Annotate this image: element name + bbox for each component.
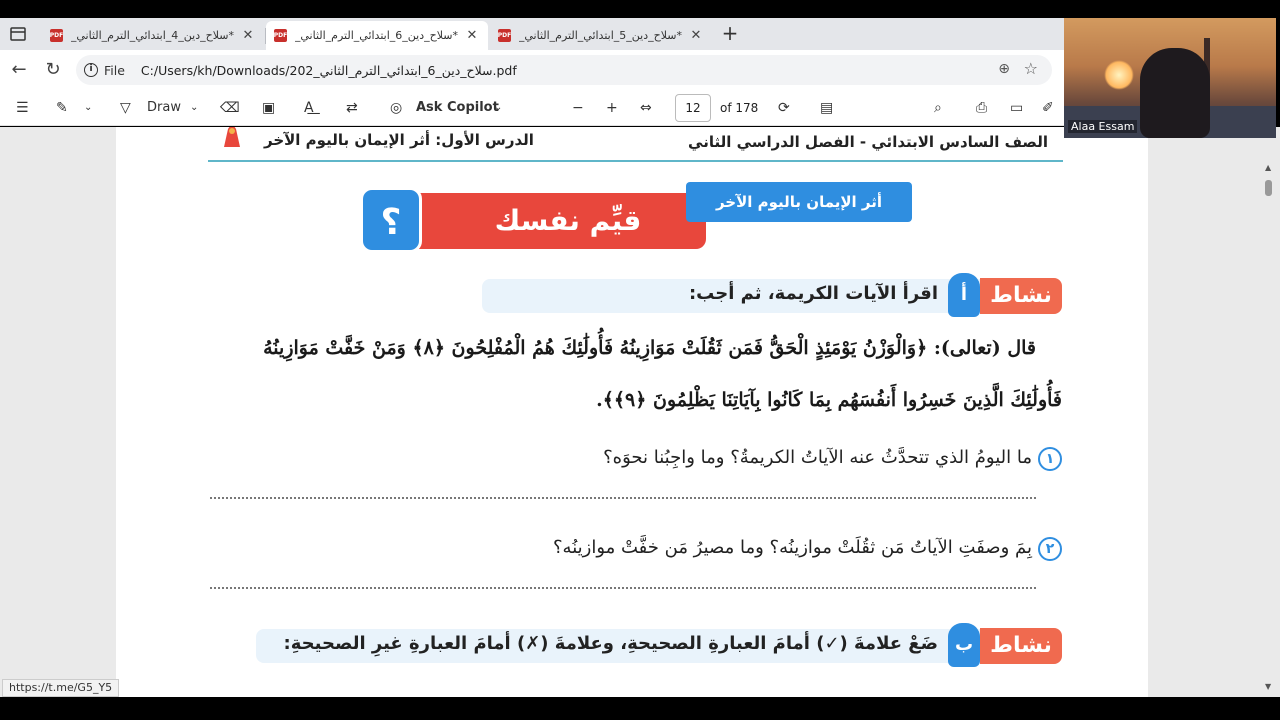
pdf-icon: PDF [50, 29, 63, 42]
activity-b-letter: ب [948, 623, 980, 667]
zoom-out-icon[interactable]: − [572, 97, 584, 119]
read-aloud-icon[interactable]: A͟ [304, 97, 314, 119]
question-number: ٢ [1038, 537, 1062, 561]
webcam-overlay: Alaa Essam [1064, 18, 1276, 138]
tab-2[interactable]: PDF *سلاح_دين_6_ابتدائي_الترم_الثاني_2 ✕ [266, 21, 488, 50]
activity-b-instruction: ضَعْ علامةَ (✓) أمامَ العبارةِ الصحيحةِ،… [283, 633, 938, 654]
draw-icon[interactable]: ▽ [120, 97, 131, 119]
eraser-icon[interactable]: ⌫ [220, 97, 240, 119]
tab-title: *سلاح_دين_5_ابتدائي_الترم_الثاني_6 [519, 29, 682, 42]
participant-video [1140, 48, 1210, 138]
question-mark-icon: ؟ [360, 187, 422, 253]
chevron-down-icon[interactable]: ⌄ [190, 97, 198, 119]
save-as-icon[interactable]: ✐ [1042, 97, 1054, 119]
answer-line [210, 587, 1036, 589]
chevron-down-icon[interactable]: ⌄ [84, 97, 92, 119]
refresh-icon[interactable]: ↻ [42, 59, 64, 81]
tab-title: *سلاح_دين_4_ابتدائي_الترم_الثاني_6 [71, 29, 234, 42]
question-1-text: ما اليومُ الذي تتحدَّثُ عنه الآياتُ الكر… [603, 447, 1032, 468]
contents-icon[interactable]: ☰ [16, 97, 29, 119]
pdf-toolbar: ☰ ✎ ⌄ ▽ Draw ⌄ ⌫ ▣ A͟ ⇄ ◎ Ask Copilot ⌄ … [0, 90, 1064, 126]
verse-line-2: فَأُولَٰئِكَ الَّذِينَ خَسِرُوا أَنفُسَه… [596, 389, 1062, 411]
close-tab-icon[interactable]: ✕ [240, 28, 256, 43]
activity-a-instruction: اقرأ الآيات الكريمة، ثم أجب: [688, 283, 938, 304]
tab-3[interactable]: PDF *سلاح_دين_5_ابتدائي_الترم_الثاني_6 ✕ [490, 21, 712, 50]
status-link-url: https://t.me/G5_Y5 [2, 679, 120, 697]
search-icon[interactable]: ⌕ [934, 97, 942, 119]
chevron-down-icon[interactable]: ⌄ [494, 97, 502, 119]
close-tab-icon[interactable]: ✕ [688, 28, 704, 43]
grade-header: الصف السادس الابتدائي - الفصل الدراسي ال… [688, 133, 1048, 151]
question-2-text: بِمَ وصفَتِ الآياتُ مَن ثقُلَتْ موازينُه… [552, 537, 1032, 558]
tab-title: *سلاح_دين_6_ابتدائي_الترم_الثاني_2 [295, 29, 458, 42]
back-icon[interactable]: ← [8, 59, 30, 81]
pdf-icon: PDF [274, 29, 287, 42]
page-view-icon[interactable]: ▤ [820, 97, 833, 119]
document-viewport[interactable]: الصف السادس الابتدائي - الفصل الدراسي ال… [0, 127, 1280, 697]
participant-name: Alaa Essam [1068, 120, 1138, 133]
activity-a-letter: أ [948, 273, 980, 317]
header-divider [208, 160, 1063, 162]
page-count: of 178 [720, 101, 759, 115]
close-tab-icon[interactable]: ✕ [464, 28, 480, 43]
pdf-icon: PDF [498, 29, 511, 42]
address-field[interactable]: i File C:/Users/kh/Downloads/202_سلاح_دي… [76, 55, 1052, 85]
scheme-label: File [104, 62, 125, 78]
new-tab-icon[interactable]: + [718, 21, 742, 45]
tab-1[interactable]: PDF *سلاح_دين_4_ابتدائي_الترم_الثاني_6 ✕ [42, 21, 264, 50]
zoom-icon[interactable]: ⊕ [998, 61, 1010, 77]
verse-line-1: قال (تعالى): ﴿وَالْوَزْنُ يَوْمَئِذٍ الْ… [263, 337, 1036, 359]
scroll-down-arrow-icon[interactable]: ▼ [1265, 682, 1271, 691]
info-icon[interactable]: i [84, 63, 98, 77]
topic-banner: أثر الإيمان باليوم الآخر [686, 182, 912, 222]
draw-button[interactable]: Draw [147, 97, 181, 119]
activity-a-label: نشاط [980, 278, 1062, 314]
zoom-in-icon[interactable]: + [606, 97, 618, 119]
text-box-icon[interactable]: ▣ [262, 97, 275, 119]
lesson-title: الدرس الأول: أثر الإيمان باليوم الآخر [264, 131, 534, 149]
question-number: ١ [1038, 447, 1062, 471]
save-icon[interactable]: ▭ [1010, 97, 1023, 119]
favorite-star-icon[interactable]: ☆ [1024, 59, 1038, 78]
fit-width-icon[interactable]: ⇔ [640, 97, 652, 119]
scroll-up-arrow-icon[interactable]: ▲ [1265, 163, 1271, 172]
scrollbar-thumb[interactable] [1265, 180, 1272, 196]
rotate-icon[interactable]: ⟳ [778, 97, 790, 119]
print-icon[interactable]: ⎙ [976, 97, 987, 119]
pdf-page: الصف السادس الابتدائي - الفصل الدراسي ال… [116, 127, 1148, 697]
activity-b-label: نشاط [980, 628, 1062, 664]
highlight-icon[interactable]: ✎ [56, 97, 68, 119]
address-bar-row: ← ↻ i File C:/Users/kh/Downloads/202_سلا… [0, 50, 1064, 90]
tab-bar: PDF *سلاح_دين_4_ابتدائي_الترم_الثاني_6 ✕… [0, 18, 1064, 50]
sun-graphic [1104, 60, 1134, 90]
address-text: C:/Users/kh/Downloads/202_سلاح_دين_6_ابت… [140, 62, 517, 78]
answer-line [210, 497, 1036, 499]
copilot-icon[interactable]: ◎ [390, 97, 402, 119]
mascot-icon [224, 127, 240, 147]
translate-icon[interactable]: ⇄ [346, 97, 358, 119]
tab-actions-icon[interactable] [8, 24, 28, 44]
screen: PDF *سلاح_دين_4_ابتدائي_الترم_الثاني_6 ✕… [0, 0, 1280, 720]
ask-copilot-button[interactable]: Ask Copilot [416, 97, 499, 119]
page-number-input[interactable]: 12 [675, 94, 711, 122]
